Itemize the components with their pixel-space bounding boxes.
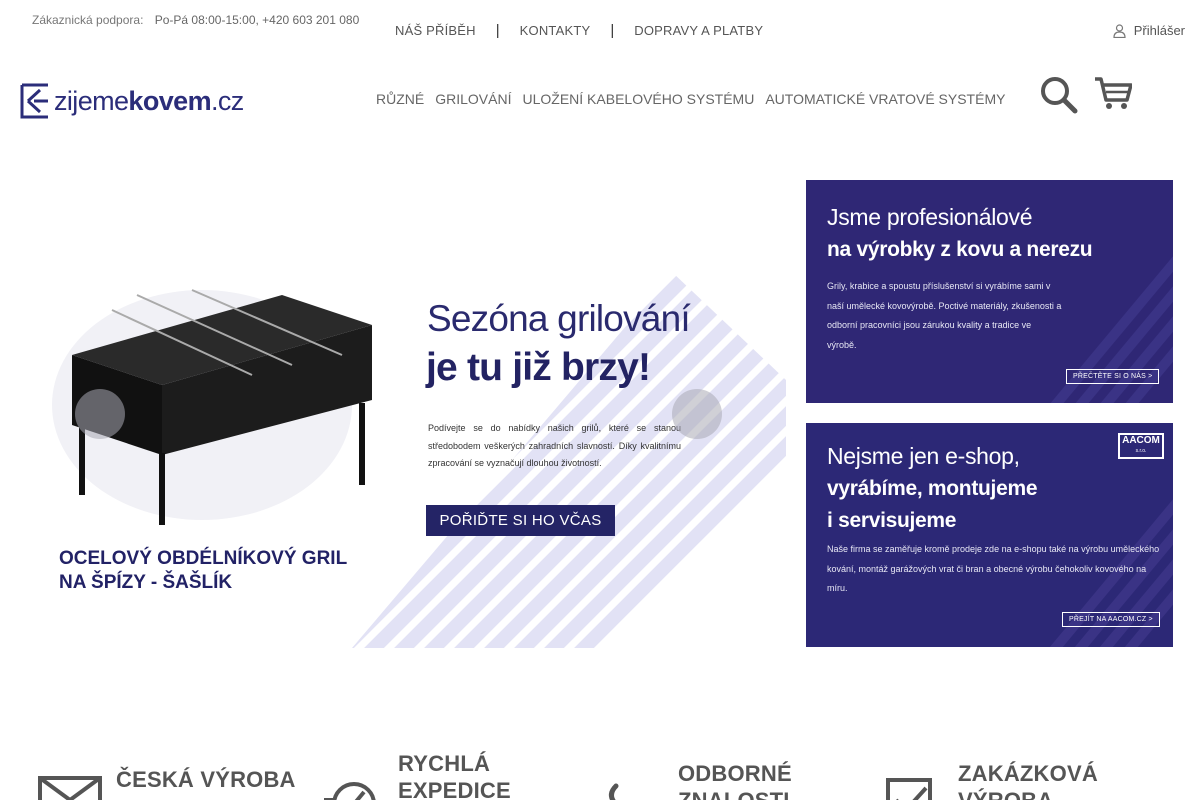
hero-cta-button[interactable]: POŘIĎTE SI HO VČAS <box>426 505 615 536</box>
envelope-icon <box>38 776 102 800</box>
logo-mark-icon <box>20 83 48 119</box>
aacom-banner-line2: vyrábíme, montujeme <box>827 477 1038 500</box>
nav-various[interactable]: RŮZNÉ <box>376 91 424 107</box>
main-nav: RŮZNÉ GRILOVÁNÍ ULOŽENÍ KABELOVÉHO SYSTÉ… <box>376 91 1005 107</box>
aacom-banner-text: Naše firma se zaměřuje kromě prodeje zde… <box>827 544 1160 593</box>
product-name-line1: OCELOVÝ OBDÉLNÍKOVÝ GRIL <box>59 548 348 569</box>
cart-icon[interactable] <box>1094 76 1132 110</box>
nav-separator: | <box>495 22 500 39</box>
feature-label: ODBORNÉ ZNALOSTI <box>678 761 792 800</box>
feature-label: ZAKÁZKOVÁ VÝROBA <box>958 761 1098 800</box>
feature-label: RYCHLÁ EXPEDICE <box>398 751 511 800</box>
nav-separator: | <box>610 22 615 39</box>
aacom-logo: AACOM s.r.o. <box>1118 433 1164 459</box>
stopwatch-icon <box>324 782 376 800</box>
slider-next-button[interactable] <box>672 389 722 439</box>
feature-label: ČESKÁ VÝROBA <box>116 767 296 792</box>
aacom-banner-button[interactable]: PŘEJÍT NA AACOM.CZ > <box>1062 612 1160 627</box>
about-banner-button[interactable]: PŘEČTĚTE SI O NÁS > <box>1066 369 1160 384</box>
site-logo[interactable]: zijemekovem.cz <box>20 83 244 119</box>
user-icon <box>1113 23 1126 38</box>
nav-contacts[interactable]: KONTAKTY <box>520 23 591 38</box>
aacom-banner-line3: i servisujeme <box>827 509 957 532</box>
feature-czech-production: ČESKÁ VÝROBA <box>38 766 296 800</box>
nav-gate-systems[interactable]: AUTOMATICKÉ VRATOVÉ SYSTÉMY <box>765 91 1005 107</box>
aacom-banner[interactable]: AACOM s.r.o. Nejsme jen e-shop, vyrábíme… <box>806 423 1173 647</box>
about-banner-title: Jsme profesionálové <box>827 204 1033 230</box>
logo-text: zijemekovem.cz <box>54 86 244 116</box>
aacom-banner-title: Nejsme jen e-shop, <box>827 443 1020 469</box>
top-nav: NÁŠ PŘÍBĚH | KONTAKTY | DOPRAVY A PLATBY <box>395 22 815 39</box>
feature-fast-shipping: RYCHLÁ EXPEDICE <box>320 750 511 800</box>
slider-prev-button[interactable] <box>75 389 125 439</box>
nav-cable-systems[interactable]: ULOŽENÍ KABELOVÉHO SYSTÉMU <box>522 91 754 107</box>
hero-slider[interactable]: Sezóna grilování je tu již brzy! Podívej… <box>12 180 786 648</box>
login-link[interactable]: Přihlášer <box>1113 23 1185 38</box>
hero-title: Sezóna grilování <box>427 298 691 339</box>
product-name-line2: NA ŠPÍZY - ŠAŠLÍK <box>59 572 233 593</box>
feature-expertise: ODBORNÉ ZNALOSTI <box>600 760 792 800</box>
hero-subtitle: je tu již brzy! <box>426 346 651 389</box>
nav-grilling[interactable]: GRILOVÁNÍ <box>435 91 511 107</box>
login-label: Přihlášer <box>1133 23 1185 38</box>
hero-product-name: OCELOVÝ OBDÉLNÍKOVÝ GRIL NA ŠPÍZY - ŠAŠL… <box>59 547 347 595</box>
nav-shipping-payment[interactable]: DOPRAVY A PLATBY <box>634 23 763 38</box>
customer-support: Zákaznická podpora: Po-Pá 08:00-15:00, +… <box>32 11 362 29</box>
top-bar: Zákaznická podpora: Po-Pá 08:00-15:00, +… <box>0 0 1200 62</box>
checkbox-icon <box>886 778 932 800</box>
support-label: Zákaznická podpora: <box>32 13 144 27</box>
support-hours: Po-Pá 08:00-15:00, +420 603 201 080 <box>154 13 360 27</box>
about-banner[interactable]: Jsme profesionálové na výrobky z kovu a … <box>806 180 1173 403</box>
about-banner-subtitle: na výrobky z kovu a nerezu <box>827 238 1093 261</box>
nav-our-story[interactable]: NÁŠ PŘÍBĚH <box>395 23 476 38</box>
about-banner-text: Grily, krabice a spoustu příslušenství s… <box>827 281 1062 350</box>
wrench-icon <box>608 783 619 800</box>
search-icon[interactable] <box>1040 76 1078 114</box>
hero-description: Podívejte se do nabídky našich grilů, kt… <box>428 423 681 468</box>
feature-custom-production: ZAKÁZKOVÁ VÝROBA <box>880 760 1098 800</box>
